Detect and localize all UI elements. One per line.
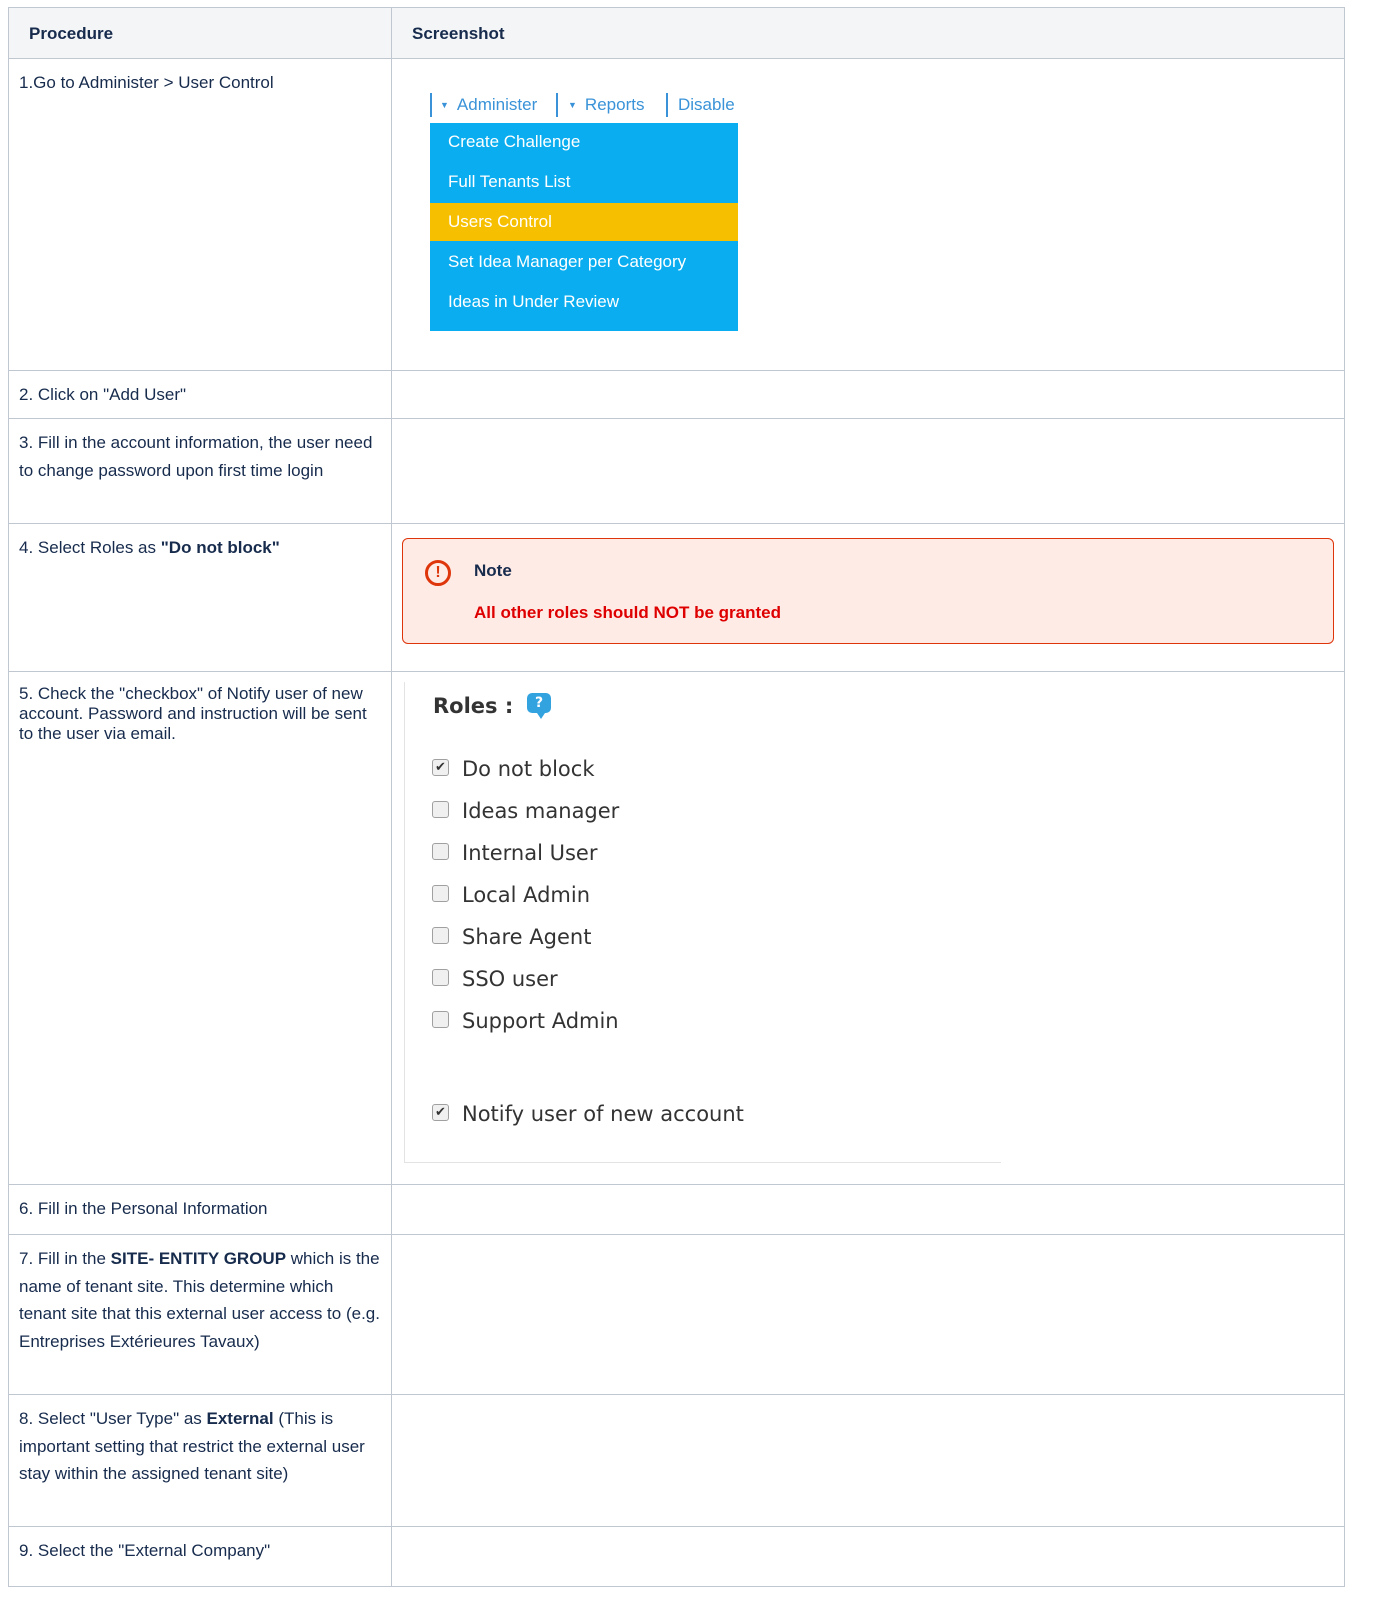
step-cell: 7. Fill in the SITE- ENTITY GROUP which … [8,1234,392,1395]
step-cell: 6. Fill in the Personal Information [8,1184,392,1235]
exclamation-circle-icon: ! [425,560,451,586]
step-text: 6. Fill in the Personal Information [19,1199,268,1218]
menu-item-ideas-under-review[interactable]: Ideas in Under Review [430,283,738,321]
menubar-reports[interactable]: ▼ Reports [568,95,644,115]
screenshot-cell [391,1394,1345,1527]
procedure-table: Procedure Screenshot 1.Go to Administer … [8,7,1345,1587]
chevron-down-icon: ▼ [568,100,577,110]
step-text: 4. Select Roles as "Do not block" [19,538,280,557]
checkbox-unchecked[interactable] [432,969,449,986]
step-text: 5. Check the "checkbox" of Notify user o… [19,684,367,743]
help-icon[interactable]: ? [527,693,551,719]
notify-label: Notify user of new account [462,1102,744,1126]
role-label: Local Admin [462,883,591,907]
step-text: 3. Fill in the account information, the … [19,433,373,480]
menu-item-create-challenge[interactable]: Create Challenge [430,123,738,161]
step-cell: 3. Fill in the account information, the … [8,418,392,524]
screenshot-cell: ▼ Administer ▼ Reports Disable Create Chal… [391,58,1345,371]
checkbox-checked[interactable]: ✔ [432,759,449,776]
role-label: Share Agent [462,925,592,949]
note-title: Note [474,561,512,580]
screenshot-cell: ! Note All other roles should NOT be gra… [391,523,1345,672]
table-row: 1.Go to Administer > User Control ▼ Admin… [8,58,1345,371]
role-label: Do not block [462,757,595,781]
menubar-administer[interactable]: ▼ Administer [440,95,537,115]
menubar-disable[interactable]: Disable [678,95,735,115]
checkbox-checked[interactable]: ✔ [432,1104,449,1121]
checkbox-unchecked[interactable] [432,927,449,944]
admin-menu-screenshot: ▼ Administer ▼ Reports Disable Create Chal… [430,87,770,337]
menu-item-users-control[interactable]: Users Control [430,203,738,241]
note-body: All other roles should NOT be granted [474,603,781,622]
role-label: Support Admin [462,1009,619,1033]
screenshot-cell: Roles : ? ✔ Do not block Ideas manager I… [391,671,1345,1185]
step-text: 7. Fill in the SITE- ENTITY GROUP which … [19,1249,380,1351]
note-panel: ! Note All other roles should NOT be gra… [402,538,1334,644]
menubar: ▼ Administer ▼ Reports Disable [430,87,740,123]
screenshot-cell [391,1234,1345,1395]
step-text: 8. Select "User Type" as External (This … [19,1409,365,1483]
table-header-row: Procedure Screenshot [8,7,1345,59]
table-row: 9. Select the "External Company" [8,1526,1345,1587]
menubar-divider [666,93,668,117]
checkbox-unchecked[interactable] [432,801,449,818]
step-cell: 5. Check the "checkbox" of Notify user o… [8,671,392,1185]
menubar-divider [430,93,432,117]
step-cell: 9. Select the "External Company" [8,1526,392,1587]
roles-screenshot: Roles : ? ✔ Do not block Ideas manager I… [404,682,1001,1163]
chevron-down-icon: ▼ [440,100,449,110]
step-cell: 4. Select Roles as "Do not block" [8,523,392,672]
checkbox-unchecked[interactable] [432,1011,449,1028]
table-row: 3. Fill in the account information, the … [8,418,1345,524]
checkbox-unchecked[interactable] [432,885,449,902]
step-cell: 8. Select "User Type" as External (This … [8,1394,392,1527]
role-label: Internal User [462,841,598,865]
screenshot-cell [391,370,1345,419]
role-label: SSO user [462,967,558,991]
table-row: 6. Fill in the Personal Information [8,1184,1345,1235]
menubar-divider [556,93,558,117]
header-procedure: Procedure [8,7,392,59]
table-row: 2. Click on "Add User" [8,370,1345,419]
screenshot-cell [391,1526,1345,1587]
step-text: 2. Click on "Add User" [19,385,187,404]
screenshot-cell [391,418,1345,524]
menu-item-full-tenants-list[interactable]: Full Tenants List [430,163,738,201]
step-cell: 2. Click on "Add User" [8,370,392,419]
step-text: 1.Go to Administer > User Control [19,73,274,92]
header-screenshot: Screenshot [391,7,1345,59]
checkbox-unchecked[interactable] [432,843,449,860]
table-row: 4. Select Roles as "Do not block" ! Note… [8,523,1345,672]
screenshot-cell [391,1184,1345,1235]
table-row: 8. Select "User Type" as External (This … [8,1394,1345,1527]
step-cell: 1.Go to Administer > User Control [8,58,392,371]
step-text: 9. Select the "External Company" [19,1541,271,1560]
role-label: Ideas manager [462,799,620,823]
roles-title: Roles : [433,694,514,718]
administer-dropdown: Create Challenge Full Tenants List Users… [430,123,738,331]
table-row: 5. Check the "checkbox" of Notify user o… [8,671,1345,1185]
table-row: 7. Fill in the SITE- ENTITY GROUP which … [8,1234,1345,1395]
menu-item-set-idea-manager[interactable]: Set Idea Manager per Category [430,243,738,281]
